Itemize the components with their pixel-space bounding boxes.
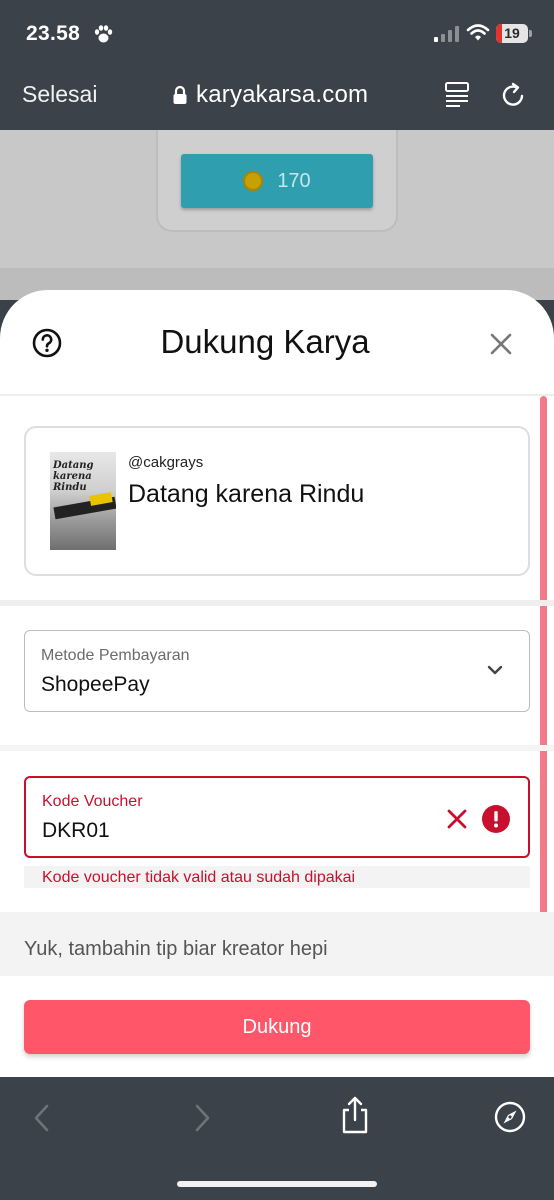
work-card: Datang karena Rindu @cakgrays Datang kar… [24,426,530,576]
battery-percent: 19 [504,25,520,41]
error-icon [482,805,510,833]
battery-indicator: 19 [496,24,532,43]
coin-button: 170 [181,154,373,208]
home-indicator [177,1181,377,1187]
coin-amount: 170 [277,169,311,192]
tip-prompt: Yuk, tambahin tip biar kreator hepi [24,938,328,960]
paw-icon [94,25,113,43]
close-icon[interactable] [488,331,514,357]
status-bar: 23.58 19 [0,0,554,64]
address-bar[interactable]: karyakarsa.com [172,80,368,110]
lock-icon [173,85,187,104]
signal-icon [434,26,459,42]
cover-title: Datang karena Rindu [53,460,94,493]
author-handle: @cakgrays [128,454,204,471]
voucher-error-text: Kode voucher tidak valid atau sudah dipa… [42,869,356,886]
section-divider [0,600,554,606]
browser-bar: Selesai karyakarsa.com [0,64,554,130]
back-icon[interactable] [32,1103,52,1133]
voucher-code-field[interactable]: Kode Voucher DKR01 [24,776,530,858]
compass-icon[interactable] [494,1101,526,1133]
work-title: Datang karena Rindu [128,480,365,508]
voucher-code-input[interactable]: DKR01 [42,819,110,843]
payment-method-value: ShopeePay [41,673,150,696]
chevron-down-icon [487,665,503,675]
reload-icon[interactable] [500,81,528,109]
payment-method-label: Metode Pembayaran [41,647,190,664]
clear-icon[interactable] [446,808,468,830]
url-text: karyakarsa.com [196,81,369,108]
tip-section[interactable]: Yuk, tambahin tip biar kreator hepi [0,912,554,976]
status-time: 23.58 [26,22,81,45]
browser-toolbar [0,1077,554,1200]
support-button[interactable]: Dukung [24,1000,530,1054]
share-icon[interactable] [339,1095,371,1135]
voucher-error-message: Kode voucher tidak valid atau sudah dipa… [24,866,530,888]
done-button[interactable]: Selesai [22,81,97,108]
sheet-header: Dukung Karya [0,290,554,396]
coin-icon [243,171,264,191]
wifi-icon [466,24,490,41]
book-cover-image: Datang karena Rindu [50,452,116,550]
support-sheet: Dukung Karya Datang karena Rindu @cakgra… [0,290,554,1077]
sheet-scrollbar[interactable] [540,396,547,922]
background-page: 170 [0,130,554,300]
sheet-title: Dukung Karya [160,323,370,360]
section-divider [0,745,554,751]
payment-method-select[interactable]: Metode Pembayaran ShopeePay [24,630,530,712]
forward-icon[interactable] [192,1103,212,1133]
reader-mode-icon[interactable] [444,81,470,109]
voucher-code-label: Kode Voucher [42,793,143,810]
